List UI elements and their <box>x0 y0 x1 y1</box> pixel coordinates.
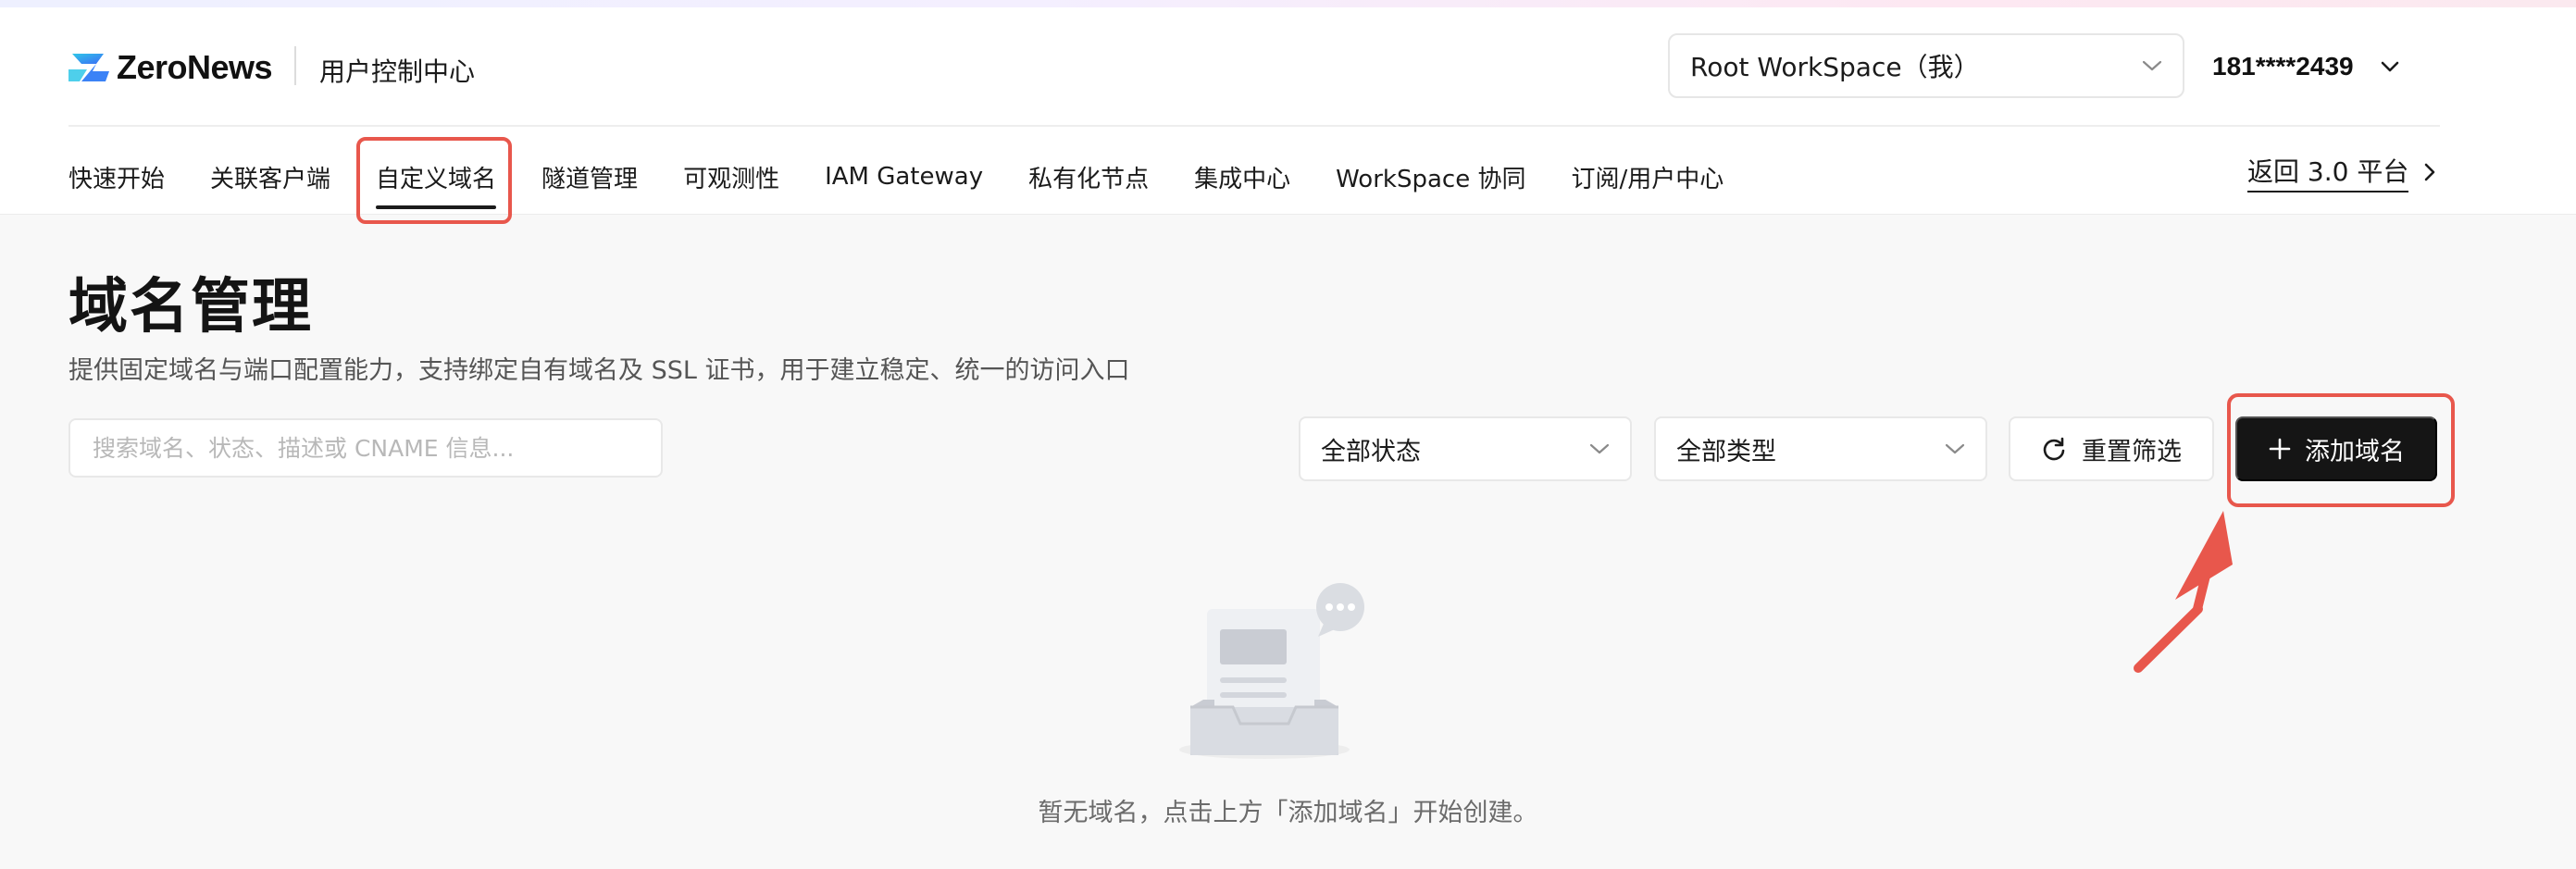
nav-item-workspace-collab[interactable]: WorkSpace 协同 <box>1336 139 1525 215</box>
zeronews-logo-icon <box>68 54 109 81</box>
annotation-highlight-nav <box>356 137 512 224</box>
back-link-label: 返回 3.0 平台 <box>2247 152 2409 192</box>
chevron-down-icon <box>1945 443 1965 454</box>
refresh-icon <box>2043 437 2065 461</box>
back-to-platform-link[interactable]: 返回 3.0 平台 <box>2247 152 2436 192</box>
workspace-select[interactable]: Root WorkSpace（我） <box>1668 33 2184 98</box>
logo-text: ZeroNews <box>117 48 273 86</box>
user-phone: 181****2439 <box>2212 52 2354 81</box>
console-title: 用户控制中心 <box>319 56 476 87</box>
chevron-down-icon <box>2381 61 2398 72</box>
annotation-arrow <box>2134 511 2233 673</box>
nav-item-iam-gateway[interactable]: IAM Gateway <box>825 139 983 215</box>
nav-item-clients[interactable]: 关联客户端 <box>210 139 330 215</box>
nav-item-integrations[interactable]: 集成中心 <box>1194 139 1290 215</box>
reset-filters-label: 重置筛选 <box>2082 437 2182 466</box>
nav-item-subscription[interactable]: 订阅/用户中心 <box>1571 139 1724 215</box>
top-header: ZeroNews 用户控制中心 Root WorkSpace（我） 181***… <box>0 0 2576 224</box>
chevron-right-icon <box>2425 163 2435 181</box>
type-filter-value: 全部类型 <box>1676 437 1776 466</box>
status-filter-value: 全部状态 <box>1321 437 1421 466</box>
logo[interactable]: ZeroNews <box>68 48 273 87</box>
page-title: 域名管理 <box>68 273 313 341</box>
page-description: 提供固定域名与端口配置能力，支持绑定自有域名及 SSL 证书，用于建立稳定、统一… <box>68 356 1130 385</box>
reset-filters-button[interactable]: 重置筛选 <box>2009 416 2214 481</box>
nav-item-tunnels[interactable]: 隧道管理 <box>541 139 638 215</box>
header-divider <box>68 125 2440 127</box>
logo-divider <box>294 46 296 85</box>
status-filter-select[interactable]: 全部状态 <box>1299 416 1632 481</box>
search-input[interactable] <box>68 418 663 478</box>
user-menu[interactable]: 181****2439 <box>2212 48 2400 85</box>
chevron-down-icon <box>1589 443 1610 454</box>
empty-inbox-icon <box>1179 583 1364 759</box>
nav-item-quick-start[interactable]: 快速开始 <box>68 139 165 215</box>
main-nav: 快速开始 关联客户端 自定义域名 隧道管理 可观测性 IAM Gateway 私… <box>68 139 1769 215</box>
nav-item-private-nodes[interactable]: 私有化节点 <box>1028 139 1149 215</box>
type-filter-select[interactable]: 全部类型 <box>1654 416 1987 481</box>
annotation-highlight-add-button <box>2227 393 2455 507</box>
empty-state-text: 暂无域名，点击上方「添加域名」开始创建。 <box>1038 799 1538 827</box>
workspace-select-value: Root WorkSpace（我） <box>1690 52 1980 82</box>
chevron-down-icon <box>2142 60 2162 71</box>
nav-item-observability[interactable]: 可观测性 <box>683 139 779 215</box>
